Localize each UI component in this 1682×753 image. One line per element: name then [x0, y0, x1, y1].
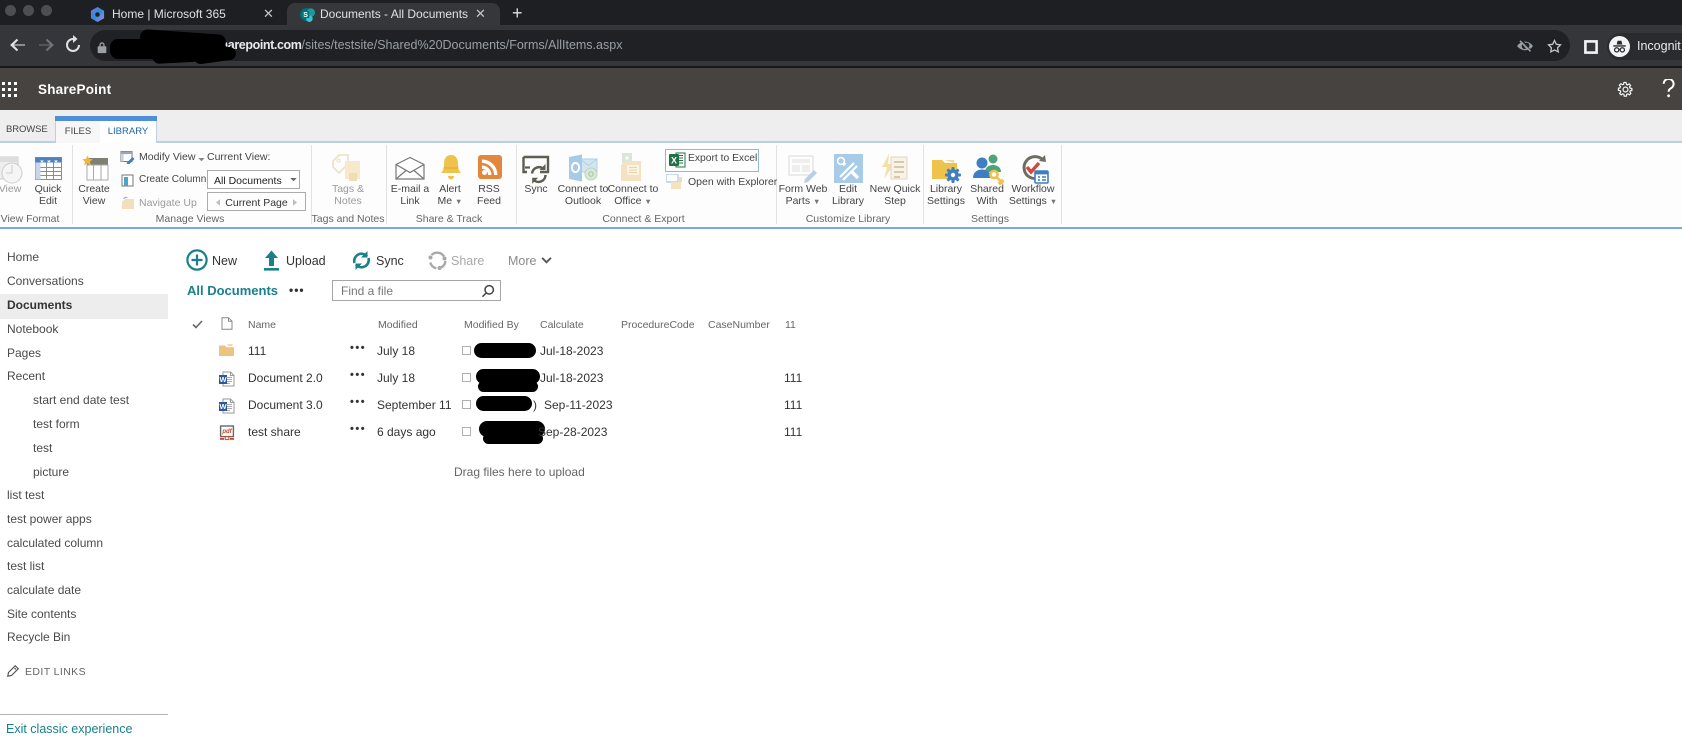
svg-text:W: W: [219, 402, 227, 411]
svg-text:pdf: pdf: [221, 429, 232, 435]
svg-text:W: W: [219, 375, 227, 384]
